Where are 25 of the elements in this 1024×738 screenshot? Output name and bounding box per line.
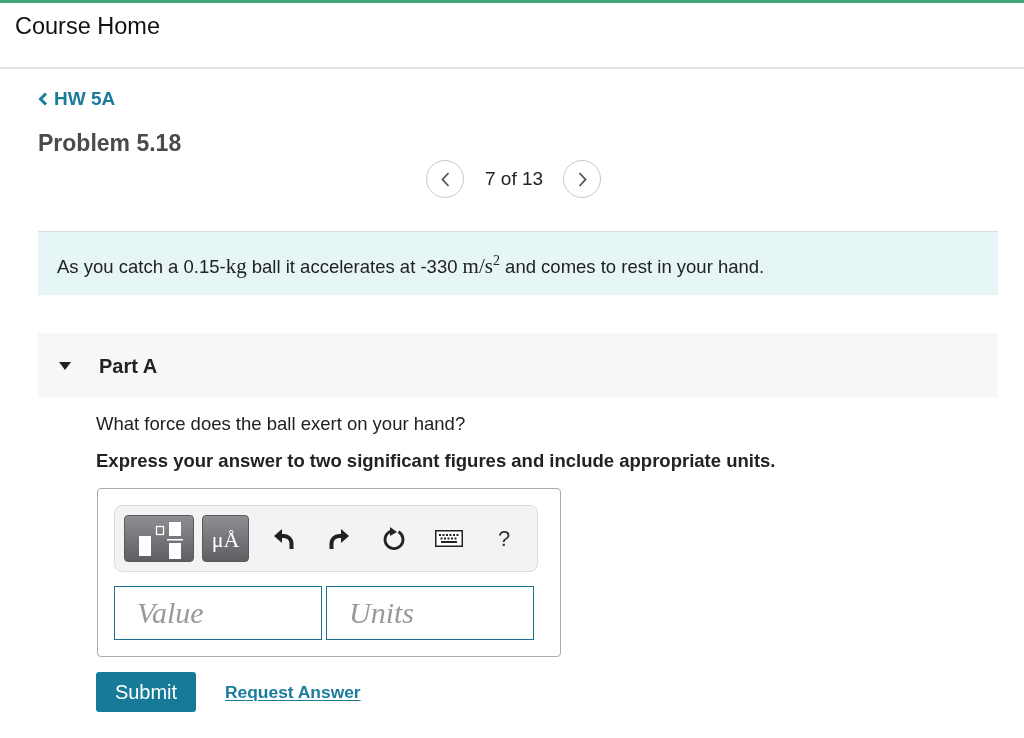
chevron-right-icon bbox=[577, 171, 587, 187]
templates-icon bbox=[139, 521, 183, 559]
undo-icon bbox=[274, 528, 294, 549]
request-answer-link[interactable]: Request Answer bbox=[225, 681, 361, 703]
problem-statement: As you catch a 0.15-kg ball it accelerates at -330 m/s$^{2}$ and comes to rest in your hand. bbox=[57, 251, 765, 279]
answer-field[interactable]: Value bbox=[114, 586, 322, 640]
course-home-link[interactable]: Course Home bbox=[15, 12, 160, 40]
reset-icon bbox=[382, 526, 406, 551]
units-button[interactable]: μÅ bbox=[202, 515, 249, 562]
problem-title: Problem 5.18 bbox=[38, 130, 182, 156]
submit-button[interactable]: Submit bbox=[96, 672, 196, 712]
keyboard-icon bbox=[435, 530, 463, 547]
chevron-left-icon bbox=[440, 171, 450, 187]
part-header[interactable]: Part A bbox=[38, 333, 998, 398]
problem-position: 7 of 13 bbox=[485, 168, 544, 190]
help-button[interactable]: ? bbox=[489, 523, 519, 554]
templates-button[interactable] bbox=[124, 515, 194, 562]
caret-icon[interactable] bbox=[59, 361, 71, 370]
part-title: Part A bbox=[99, 353, 158, 378]
redo-icon bbox=[329, 528, 349, 549]
chevron-left-icon bbox=[38, 92, 48, 106]
back-link[interactable]: HW 5A bbox=[38, 88, 116, 110]
instruction-text: Express your answer to two significant figures and include appropriate units. bbox=[96, 450, 777, 472]
question-text: What force does the ball exert on your hand? bbox=[96, 413, 466, 435]
answer-field[interactable]: Units bbox=[326, 586, 534, 640]
